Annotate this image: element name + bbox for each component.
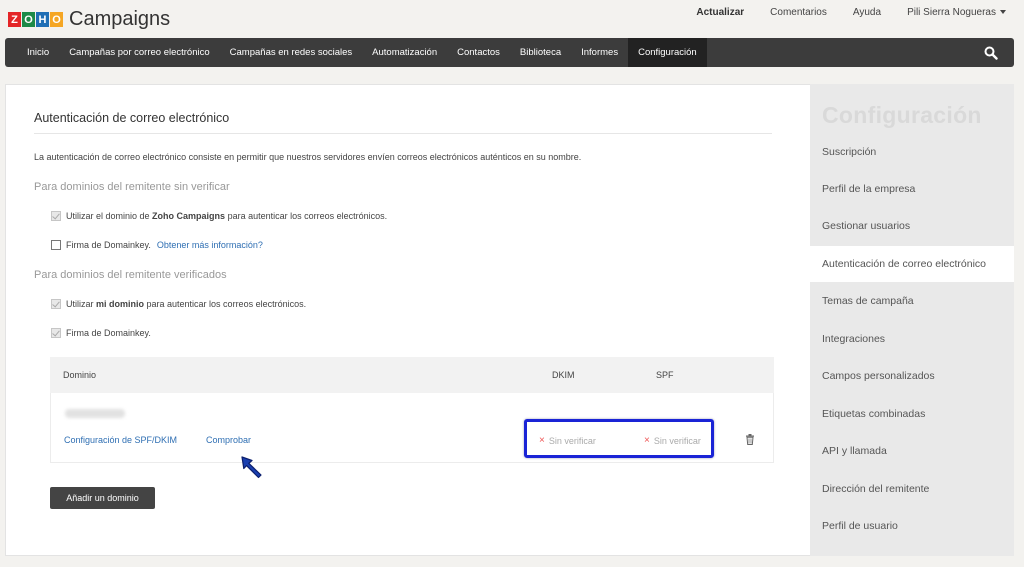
sidebar-item-company-profile[interactable]: Perfil de la empresa [810,171,1014,207]
check-link[interactable]: Comprobar [206,435,251,445]
nav-item-library[interactable]: Biblioteca [510,38,571,67]
nav-item-inicio[interactable]: Inicio [5,38,59,67]
sidebar-item-email-authentication[interactable]: Autenticación de correo electrónico [801,246,1014,282]
highlight-box [524,419,714,458]
trash-icon[interactable] [745,434,755,445]
main-nav: Inicio Campañas por correo electrónico C… [5,38,1014,67]
option-text: para autenticar los correos electrónicos… [225,211,388,221]
domainkey-verified-label: Firma de Domainkey. [66,328,151,338]
use-zoho-domain-label: Utilizar el dominio de Zoho Campaigns pa… [66,211,387,221]
nav-item-settings[interactable]: Configuración [628,38,707,67]
page-description: La autenticación de correo electrónico c… [34,152,582,162]
domainkey-unverified-option: Firma de Domainkey. Obtener más informac… [51,240,263,250]
use-zoho-domain-checkbox [51,211,61,221]
zoho-campaigns-logo[interactable]: Z O H O Campaigns [8,8,170,31]
nav-item-social-campaigns[interactable]: Campañas en redes sociales [220,38,363,67]
column-header-spf: SPF [656,370,674,380]
help-link[interactable]: Ayuda [853,7,881,18]
top-links: Actualizar Comentarios Ayuda Pili Sierra… [670,7,1006,18]
sidebar-item-sender-address[interactable]: Dirección del remitente [810,471,1014,507]
nav-item-contacts[interactable]: Contactos [447,38,510,67]
user-name: Pili Sierra Nogueras [907,7,996,18]
chevron-down-icon [1000,10,1006,15]
top-bar: Z O H O Campaigns Actualizar Comentarios… [0,0,1024,38]
domainkey-unverified-label: Firma de Domainkey. [66,240,151,250]
search-icon[interactable] [984,46,998,60]
settings-sidebar: Configuración Suscripción Perfil de la e… [801,84,1014,556]
nav-item-automation[interactable]: Automatización [362,38,447,67]
option-bold-text: mi dominio [96,299,145,309]
logo-letter-z: Z [8,12,21,27]
domainkey-unverified-checkbox[interactable] [51,240,61,250]
nav-item-email-campaigns[interactable]: Campañas por correo electrónico [59,38,219,67]
nav-item-reports[interactable]: Informes [571,38,628,67]
sidebar-item-integrations[interactable]: Integraciones [810,321,1014,357]
logo-letter-h: H [36,12,49,27]
column-header-domain: Dominio [63,370,97,380]
domain-table-header: Dominio DKIM SPF [50,357,774,393]
domain-name-redacted [65,409,125,418]
divider [34,133,772,134]
option-text: Utilizar [66,299,97,309]
sidebar-item-user-profile[interactable]: Perfil de usuario [810,508,1014,544]
sidebar-item-manage-users[interactable]: Gestionar usuarios [810,208,1014,244]
arrow-cursor-icon [241,456,262,479]
sidebar-item-api-callback[interactable]: API y llamada [810,433,1014,469]
use-zoho-domain-option: Utilizar el dominio de Zoho Campaigns pa… [51,211,387,221]
section-heading-unverified: Para dominios del remitente sin verifica… [34,181,230,193]
option-text: para autenticar los correos electrónicos… [144,299,307,309]
logo-letter-o2: O [50,12,63,27]
sidebar-item-campaign-themes[interactable]: Temas de campaña [810,283,1014,319]
option-bold-text: Zoho Campaigns [152,211,226,221]
sidebar-item-subscription[interactable]: Suscripción [810,134,1014,170]
use-my-domain-label: Utilizar mi dominio para autenticar los … [66,299,306,309]
zoho-logo-icon: Z O H O [8,12,64,27]
page-title: Autenticación de correo electrónico [34,111,230,125]
logo-letter-o: O [22,12,35,27]
option-text: Utilizar el dominio de [66,211,153,221]
main-panel: Autenticación de correo electrónico La a… [5,84,811,556]
section-heading-verified: Para dominios del remitente verificados [34,269,227,281]
column-header-dkim: DKIM [552,370,575,380]
use-my-domain-checkbox [51,299,61,309]
app-name: Campaigns [69,8,171,30]
use-my-domain-option: Utilizar mi dominio para autenticar los … [51,299,306,309]
user-menu[interactable]: Pili Sierra Nogueras [907,7,1006,18]
learn-more-link[interactable]: Obtener más información? [157,240,263,250]
add-domain-button[interactable]: Añadir un dominio [50,487,155,509]
sidebar-title: Configuración [822,102,982,128]
domainkey-verified-option: Firma de Domainkey. [51,328,151,338]
domainkey-verified-checkbox [51,328,61,338]
upgrade-link[interactable]: Actualizar [696,7,744,18]
sidebar-item-merge-tags[interactable]: Etiquetas combinadas [810,396,1014,432]
spf-dkim-config-link[interactable]: Configuración de SPF/DKIM [64,435,177,445]
feedback-link[interactable]: Comentarios [770,7,827,18]
sidebar-item-custom-fields[interactable]: Campos personalizados [810,358,1014,394]
